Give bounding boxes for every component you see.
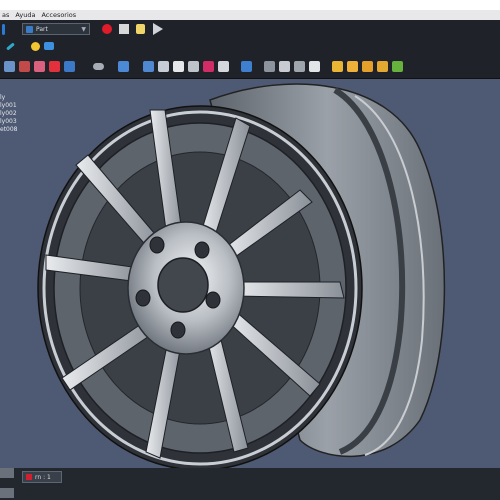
record-macro-button[interactable]	[100, 23, 113, 36]
document-tab-label: rn : 1	[35, 473, 51, 481]
stop-icon	[118, 24, 129, 34]
stop-macro-button[interactable]	[117, 23, 130, 36]
document-icon	[26, 474, 32, 480]
thickness-icon[interactable]	[377, 60, 388, 72]
toolbar-edge-icon	[2, 23, 5, 35]
fuse-icon[interactable]	[279, 60, 290, 72]
workbench-icon	[26, 25, 33, 33]
folder-icon[interactable]	[44, 42, 54, 50]
menu-item-windows[interactable]: as	[2, 11, 9, 19]
workbench-selector[interactable]: Part ▼	[22, 23, 90, 35]
center-bore	[157, 257, 209, 313]
menu-bar: as Ayuda Accesorios	[0, 10, 500, 20]
compound-icon[interactable]	[332, 60, 343, 72]
sphere-icon[interactable]	[34, 60, 45, 72]
edit-macro-button[interactable]	[134, 23, 147, 36]
panel-grip[interactable]	[0, 468, 14, 478]
macro-edit-icon	[136, 24, 145, 34]
workbench-label: Part	[36, 25, 48, 33]
window-top-edge	[0, 0, 500, 10]
status-area: rn : 1	[0, 468, 500, 500]
3d-viewport[interactable]	[0, 79, 500, 468]
play-macro-button[interactable]	[151, 23, 164, 36]
play-icon	[152, 23, 163, 35]
chevron-down-icon: ▼	[81, 25, 86, 33]
panel-grip[interactable]	[0, 488, 14, 498]
part-toolbar	[0, 54, 500, 79]
explode-icon[interactable]	[347, 60, 358, 72]
cube-icon[interactable]	[4, 60, 15, 72]
revolve-icon[interactable]	[158, 60, 169, 72]
cut-icon[interactable]	[264, 60, 275, 72]
make-face-icon[interactable]	[218, 60, 229, 72]
cone-icon[interactable]	[49, 60, 60, 72]
shape-builder-icon[interactable]	[118, 60, 129, 72]
menu-item-accessories[interactable]: Accesorios	[41, 11, 76, 19]
common-icon[interactable]	[294, 60, 305, 72]
boolean-icon[interactable]	[241, 60, 252, 72]
view-toolbar	[0, 38, 500, 54]
part-icon[interactable]	[31, 41, 40, 51]
chamfer-icon[interactable]	[203, 60, 214, 72]
measure-icon[interactable]	[6, 41, 15, 51]
torus-icon[interactable]	[64, 60, 75, 72]
compound-filter-icon[interactable]	[362, 60, 373, 72]
fillet-icon[interactable]	[188, 60, 199, 72]
mirror-icon[interactable]	[173, 60, 184, 72]
primitives-icon[interactable]	[93, 62, 104, 70]
document-tab[interactable]: rn : 1	[22, 471, 62, 483]
section-icon[interactable]	[309, 60, 320, 72]
extrude-icon[interactable]	[143, 60, 154, 72]
workbench-toolbar: Part ▼	[0, 20, 500, 38]
menu-item-help[interactable]: Ayuda	[15, 11, 35, 19]
cylinder-icon[interactable]	[19, 60, 30, 72]
offset-icon[interactable]	[392, 60, 403, 72]
record-icon	[101, 24, 112, 34]
